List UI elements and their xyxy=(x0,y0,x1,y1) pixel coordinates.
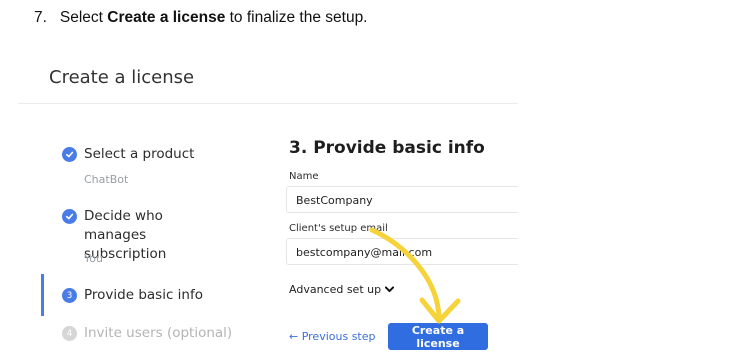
email-label: Client's setup email xyxy=(289,223,388,234)
advanced-setup-toggle[interactable]: Advanced set up xyxy=(289,283,395,296)
step-number-badge: 4 xyxy=(62,326,77,341)
step-label: Decide who manages subscription xyxy=(84,208,167,262)
instruction-pre: Select xyxy=(59,9,103,26)
step-sub: You xyxy=(84,252,103,265)
step-sub: ChatBot xyxy=(84,173,129,186)
name-label: Name xyxy=(289,171,319,182)
active-step-indicator xyxy=(41,274,44,316)
instruction-text: 7. Select Create a license to finalize t… xyxy=(34,9,368,27)
step-number-badge: 3 xyxy=(62,288,77,303)
email-field[interactable]: bestcompany@mail.com xyxy=(286,238,518,265)
header-divider xyxy=(18,103,518,104)
chevron-down-icon xyxy=(385,283,395,296)
name-field[interactable]: BestCompany xyxy=(286,186,518,213)
instruction-bold: Create a license xyxy=(107,9,226,26)
instruction-post: to finalize the setup. xyxy=(229,9,368,26)
check-icon xyxy=(62,147,77,162)
step-label: Invite users (optional) xyxy=(84,325,233,341)
check-icon xyxy=(62,209,77,224)
form-title: 3. Provide basic info xyxy=(289,138,485,158)
step-label: Select a product xyxy=(84,146,195,162)
create-license-button[interactable]: Create a license xyxy=(388,323,488,350)
dialog-title: Create a license xyxy=(49,67,195,88)
step-label: Provide basic info xyxy=(84,287,203,303)
advanced-setup-label: Advanced set up xyxy=(289,283,382,296)
instruction-number: 7. xyxy=(34,9,47,26)
previous-step-link[interactable]: ← Previous step xyxy=(289,330,376,343)
